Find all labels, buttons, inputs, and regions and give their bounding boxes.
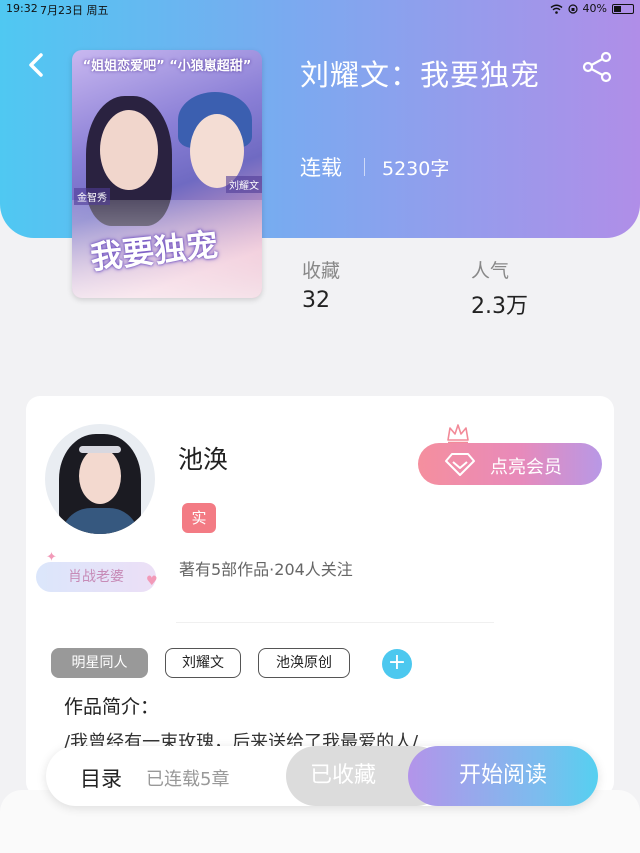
verified-badge: 实 [182,503,216,533]
diamond-icon [445,453,475,476]
start-reading-button[interactable]: 开始阅读 [408,746,598,806]
status-right: 40% [550,2,634,15]
wifi-icon [550,4,563,14]
tag-category[interactable]: 明星同人 [51,648,148,678]
card-divider [176,622,494,623]
book-cover[interactable]: “姐姐恋爱吧” “小狼崽超甜” 金智秀 刘耀文 我要独宠 [72,50,262,298]
sparkle-icon: ✦ [46,550,57,565]
book-status: 连载 [300,156,342,180]
fan-badge: 肖战老婆 [36,562,156,592]
share-icon[interactable] [580,50,614,84]
add-tag-button[interactable]: + [382,649,412,679]
avatar-face [79,448,121,504]
favorites-label: 收藏 [302,260,341,282]
author-name[interactable]: 池涣 [178,440,228,476]
chapter-count: 已连载5章 [146,769,230,790]
tag-item[interactable]: 池涣原创 [258,648,350,678]
book-title: 刘耀文：我要独宠 [300,58,541,92]
orientation-lock-icon [567,3,578,14]
popularity-label: 人气 [471,260,510,282]
cover-figure-left-face [100,110,158,190]
intro-title: 作品简介： [64,696,160,718]
cover-name-left: 金智秀 [74,188,110,205]
book-word-count: 5230字 [382,158,450,180]
status-divider [364,158,365,176]
status-time: 19:32 [6,2,38,15]
author-stats: 著有5部作品·204人关注 [179,560,353,579]
status-bar: 19:32 7月23日 周五 40% [0,0,640,18]
cover-slogan: “姐姐恋爱吧” “小狼崽超甜” [82,59,252,74]
tag-item[interactable]: 刘耀文 [165,648,241,678]
cover-name-right: 刘耀文 [226,176,262,193]
intro-text: /我曾经有一束玫瑰，后来送给了我最爱的人/ [64,732,419,748]
back-arrow-icon[interactable] [22,50,52,80]
vip-button-label: 点亮会员 [490,457,562,478]
avatar[interactable] [45,424,155,534]
popularity-value: 2.3万 [471,294,528,319]
favorites-value: 32 [302,288,330,313]
battery-icon [612,3,634,14]
status-date: 7月23日 周五 [40,4,109,17]
heart-icon: ♥ [146,574,158,589]
crown-icon [447,424,469,444]
battery-text: 40% [582,2,607,15]
toc-button[interactable]: 目录 [80,763,122,793]
vip-button[interactable]: 点亮会员 [418,443,602,485]
plus-icon: + [387,650,407,675]
avatar-headband [79,446,121,453]
